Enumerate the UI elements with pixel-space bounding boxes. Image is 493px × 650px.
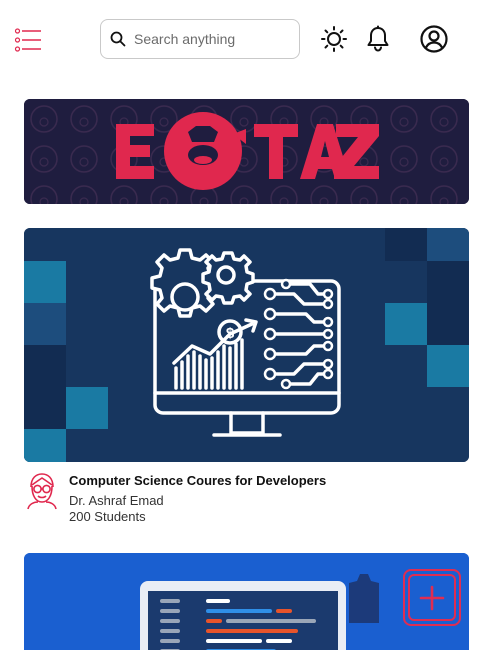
computer-gears-chart-icon: $ [24, 228, 469, 462]
search-box [100, 19, 300, 59]
eotaz-banner[interactable] [24, 99, 469, 204]
sun-icon [321, 26, 347, 52]
course-author: Dr. Ashraf Emad [69, 493, 164, 508]
menu-button[interactable] [14, 26, 44, 54]
course-students-count: 200 Students [69, 509, 146, 524]
add-button[interactable] [403, 569, 461, 626]
hamburger-menu-icon [14, 28, 41, 52]
course-card-info: Computer Science Coures for Developers D… [24, 470, 469, 530]
search-icon [110, 31, 126, 47]
theme-toggle-button[interactable] [319, 24, 349, 54]
svg-text:$: $ [226, 325, 235, 342]
top-bar [0, 0, 493, 80]
course-title[interactable]: Computer Science Coures for Developers [69, 473, 326, 488]
add-button-frame [408, 574, 456, 621]
bell-icon [367, 25, 389, 52]
search-input[interactable] [134, 31, 284, 47]
teacher-avatar-icon [27, 473, 57, 510]
profile-button[interactable] [419, 24, 449, 54]
notifications-button[interactable] [363, 24, 393, 54]
page: $ Computer Science Coures for Developers… [0, 0, 493, 650]
eotaz-logo [24, 99, 469, 204]
course-card-image[interactable]: $ [24, 228, 469, 462]
plus-icon [419, 585, 445, 610]
user-circle-icon [420, 25, 448, 53]
